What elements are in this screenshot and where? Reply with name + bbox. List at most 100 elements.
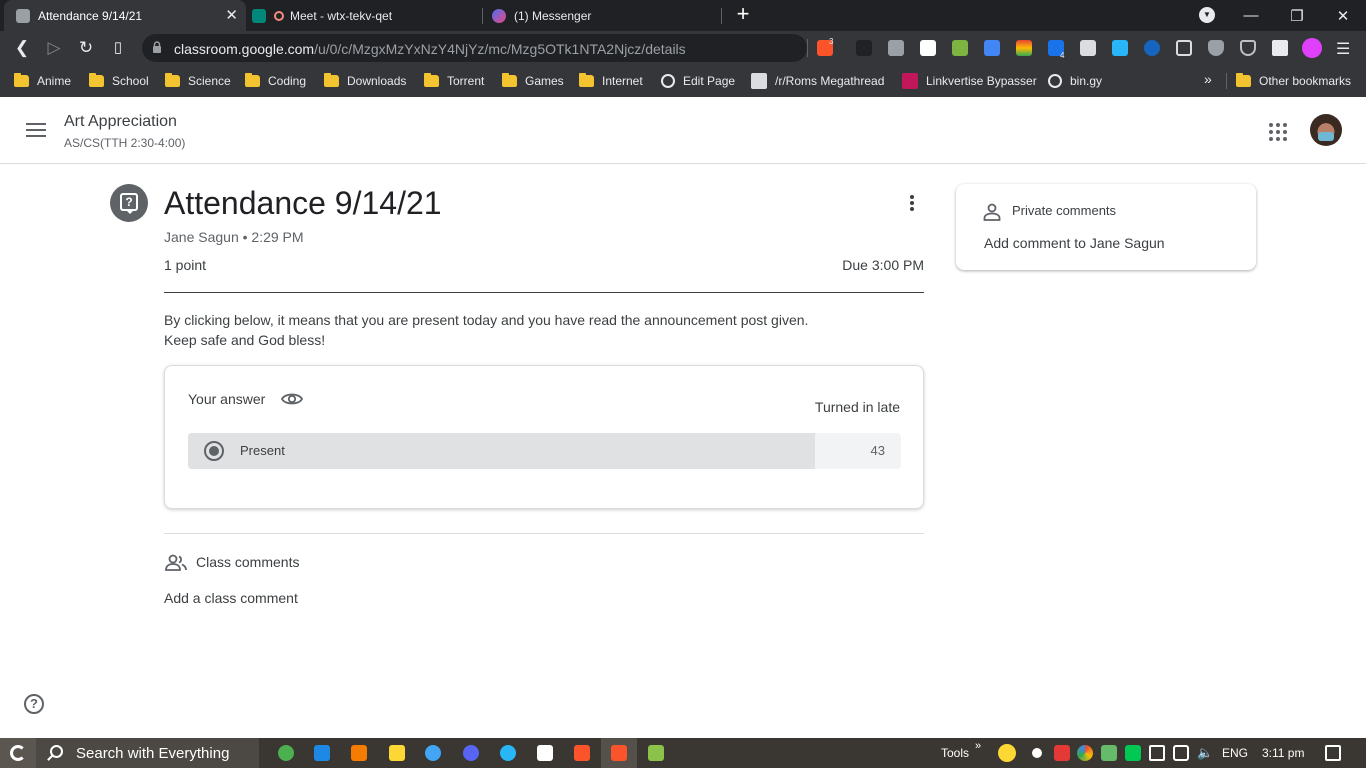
bookmark-bin-gy[interactable]: bin.gy <box>1048 73 1102 89</box>
add-class-comment-button[interactable]: Add a class comment <box>164 590 298 606</box>
discord-icon[interactable] <box>463 745 479 761</box>
tools-chevron[interactable]: » <box>975 740 981 752</box>
extension-icon[interactable] <box>1112 40 1128 56</box>
bookmarks-bar: Anime School Science Coding Downloads To… <box>0 65 1366 97</box>
meet-favicon-icon <box>252 8 266 23</box>
more-options-icon[interactable] <box>903 195 921 213</box>
shield-icon[interactable] <box>1240 40 1256 56</box>
taskbar-clock[interactable]: 3:11 pm <box>1262 746 1304 760</box>
bookmark-folder-school[interactable]: School <box>89 73 149 89</box>
extension-icon[interactable] <box>1016 40 1032 56</box>
tray-icon[interactable] <box>1125 745 1141 761</box>
add-private-comment-button[interactable]: Add comment to Jane Sagun <box>984 235 1165 251</box>
title-divider <box>164 292 924 293</box>
bookmark-folder-internet[interactable]: Internet <box>579 73 643 89</box>
bookmarks-overflow-button[interactable]: » <box>1204 71 1212 87</box>
tray-icon[interactable] <box>1032 748 1042 758</box>
telegram-icon[interactable] <box>500 745 516 761</box>
classroom-favicon-icon <box>16 8 30 23</box>
reload-icon[interactable]: ↻ <box>74 36 98 60</box>
folder-icon <box>165 73 180 87</box>
bookmarks-divider <box>1226 73 1227 89</box>
android-icon[interactable] <box>648 745 664 761</box>
app-icon[interactable] <box>278 745 294 761</box>
close-window-button[interactable]: ✕ <box>1320 0 1366 31</box>
vscode-icon[interactable] <box>314 745 330 761</box>
globe-icon <box>1048 74 1062 88</box>
help-icon[interactable]: ? <box>24 694 44 714</box>
battery-icon[interactable] <box>1173 745 1189 761</box>
bypasser-icon <box>902 73 918 89</box>
tab-meet[interactable]: Meet - wtx-tekv-qet <box>240 0 480 31</box>
bookmark-icon[interactable]: ▯ <box>106 36 130 60</box>
bookmark-edit-page[interactable]: Edit Page <box>661 73 735 89</box>
notion-extension-icon[interactable] <box>920 40 936 56</box>
radio-selected-icon[interactable] <box>204 441 224 461</box>
start-button[interactable] <box>0 738 36 768</box>
bookmark-folder-anime[interactable]: Anime <box>14 73 71 89</box>
brave-icon[interactable] <box>611 745 627 761</box>
bookmark-folder-downloads[interactable]: Downloads <box>324 73 406 89</box>
profile-avatar-icon[interactable] <box>1302 38 1322 58</box>
sublime-icon[interactable] <box>351 745 367 761</box>
extension-icon[interactable] <box>1176 40 1192 56</box>
class-section: AS/CS(TTH 2:30-4:00) <box>64 136 186 150</box>
tray-icon[interactable] <box>1054 745 1070 761</box>
bookmark-roms-megathread[interactable]: /r/Roms Megathread <box>751 73 884 89</box>
forward-icon[interactable]: ▷ <box>42 36 66 60</box>
extension-icon[interactable] <box>1144 40 1160 56</box>
chrome-icon[interactable] <box>1077 745 1093 761</box>
browser-menu-icon[interactable]: ☰ <box>1336 39 1350 59</box>
private-comments-label: Private comments <box>1012 203 1117 218</box>
bookmark-folder-science[interactable]: Science <box>165 73 231 89</box>
back-icon[interactable]: ❮ <box>10 36 34 60</box>
lock-icon <box>153 41 161 53</box>
extension-icon[interactable] <box>952 40 968 56</box>
bookmark-other-bookmarks[interactable]: Other bookmarks <box>1236 73 1351 89</box>
tab-messenger[interactable]: (1) Messenger <box>480 0 720 31</box>
language-indicator[interactable]: ENG <box>1222 746 1248 760</box>
folder-icon <box>14 73 29 87</box>
app-tray-icon[interactable] <box>998 744 1016 762</box>
file-explorer-icon[interactable] <box>389 745 405 761</box>
extension-icon[interactable] <box>1080 40 1096 56</box>
search-icon <box>50 745 63 758</box>
puzzle-icon[interactable] <box>1272 40 1288 56</box>
notifications-icon[interactable] <box>1325 745 1341 761</box>
your-answer-label: Your answer <box>188 391 266 407</box>
answer-option-present[interactable]: Present 43 <box>188 433 901 469</box>
address-bar[interactable]: classroom.google.com/u/0/c/MzgxMzYxNzY4N… <box>142 34 807 62</box>
bookmark-folder-coding[interactable]: Coding <box>245 73 306 89</box>
camera-extension-icon[interactable] <box>888 40 904 56</box>
comments-divider <box>164 533 924 534</box>
taskbar-search[interactable]: Search with Everything <box>36 738 259 768</box>
bookmark-linkvertise-bypasser[interactable]: Linkvertise Bypasser <box>902 73 1037 89</box>
ublock-icon[interactable] <box>1208 40 1224 56</box>
bookmark-folder-games[interactable]: Games <box>502 73 564 89</box>
main-menu-icon[interactable] <box>26 123 46 137</box>
tray-icon[interactable] <box>1101 745 1117 761</box>
google-apps-icon[interactable] <box>1269 123 1287 141</box>
network-icon[interactable] <box>1149 745 1165 761</box>
tab-search-dropdown-icon[interactable]: ▼ <box>1199 7 1215 23</box>
volume-icon[interactable]: 🔈 <box>1197 745 1213 761</box>
minimize-button[interactable]: — <box>1228 0 1274 31</box>
extension-icon[interactable] <box>856 40 872 56</box>
folder-icon <box>579 73 594 87</box>
bookmark-folder-torrent[interactable]: Torrent <box>424 73 484 89</box>
notion-icon[interactable] <box>537 745 553 761</box>
tab-attendance[interactable]: Attendance 9/14/21 ✕ <box>4 0 246 31</box>
tools-toolbar-label[interactable]: Tools <box>941 746 969 760</box>
restore-button[interactable]: ❐ <box>1274 0 1320 31</box>
class-comments-label: Class comments <box>196 554 300 570</box>
brave-icon[interactable] <box>574 745 590 761</box>
tab-title: (1) Messenger <box>514 8 592 23</box>
new-tab-button[interactable]: + <box>732 2 754 28</box>
app-icon[interactable] <box>425 745 441 761</box>
class-name[interactable]: Art Appreciation <box>64 113 177 131</box>
close-tab-icon[interactable]: ✕ <box>225 6 238 24</box>
account-avatar[interactable] <box>1310 114 1342 146</box>
tab-title: Attendance 9/14/21 <box>38 8 143 23</box>
translate-extension-icon[interactable] <box>984 40 1000 56</box>
eye-icon[interactable] <box>281 390 303 408</box>
